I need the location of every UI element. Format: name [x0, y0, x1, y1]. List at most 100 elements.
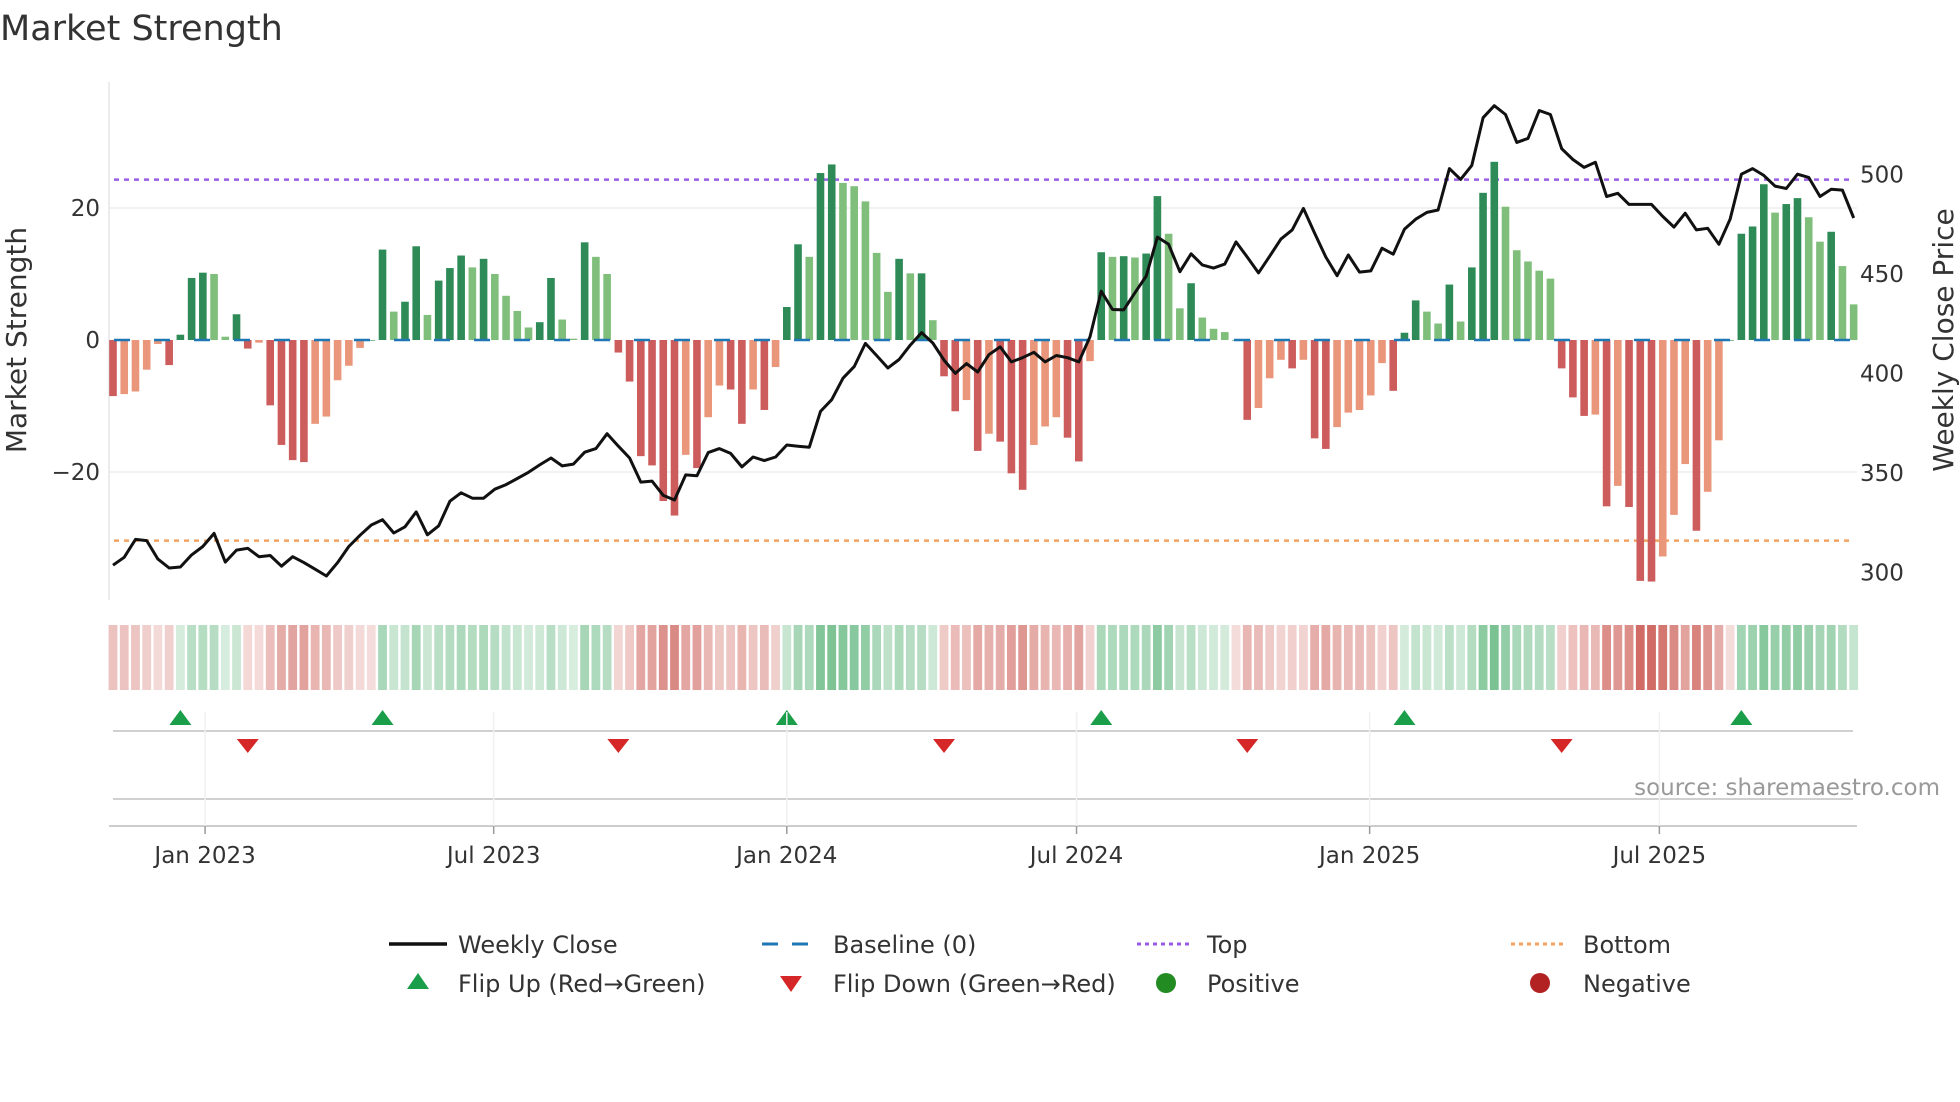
bar-negative — [726, 340, 735, 390]
bar-positive — [513, 310, 522, 340]
heat-cell — [456, 625, 466, 690]
bar-negative — [1265, 340, 1274, 379]
heat-cell — [142, 625, 152, 690]
heat-cell — [1433, 625, 1443, 690]
heat-cell — [1029, 625, 1039, 690]
heat-cell — [490, 625, 500, 690]
heat-cell — [692, 625, 702, 690]
heat-cell — [681, 625, 691, 690]
triangle-up-icon — [407, 973, 429, 989]
heat-cell — [1635, 625, 1645, 690]
heat-cell — [333, 625, 342, 690]
legend-item-bottom: Bottom — [1511, 931, 1671, 959]
legend-label: Flip Down (Green→Red) — [833, 970, 1116, 998]
bar-positive — [1479, 192, 1487, 340]
bar-positive — [199, 272, 207, 340]
bar-positive — [861, 201, 870, 340]
heat-cell — [198, 625, 208, 690]
heat-cell — [602, 625, 612, 690]
heat-cell — [1287, 625, 1297, 690]
bar-negative — [1647, 340, 1656, 582]
bar-negative — [951, 340, 960, 412]
x-tick-label: Jul 2025 — [1611, 843, 1707, 869]
y2-tick-label: 400 — [1860, 362, 1904, 388]
heat-cell — [1175, 625, 1185, 690]
bar-positive — [1748, 226, 1757, 340]
bar-negative — [715, 340, 724, 386]
heat-cell — [1748, 625, 1757, 690]
heat-cell — [625, 625, 634, 690]
heat-cell — [1703, 625, 1713, 690]
heat-cell — [1119, 625, 1129, 690]
x-axis: Jan 2023 Jul 2023 Jan 2024 Jul 2024 Jan 2025… — [109, 712, 1857, 869]
triangle-down-icon — [780, 976, 802, 992]
heat-cell — [1579, 625, 1589, 690]
left-y-ticks: 20 0 −20 — [51, 196, 100, 486]
heat-cell — [378, 625, 387, 690]
bar-positive — [187, 277, 196, 340]
heat-cell — [535, 625, 545, 690]
heat-cell — [658, 625, 668, 690]
bar-negative — [1602, 340, 1611, 507]
heat-cell — [816, 625, 825, 690]
bar-positive — [1782, 204, 1791, 340]
bar-positive — [457, 255, 465, 340]
bar-negative — [1715, 340, 1723, 441]
bar-positive — [783, 307, 791, 340]
heat-cell — [1501, 625, 1510, 690]
bar-negative — [1277, 340, 1285, 360]
heat-cell — [423, 625, 432, 690]
heat-cell — [670, 625, 679, 690]
bar-negative — [1378, 340, 1386, 364]
legend-item-flip-down: Flip Down (Green→Red) — [780, 970, 1116, 998]
heat-cell — [771, 625, 780, 690]
bar-positive — [603, 274, 611, 340]
legend-label: Weekly Close — [458, 931, 618, 959]
heat-cell — [1680, 625, 1690, 690]
flip-down-marker — [1236, 739, 1259, 753]
bar-positive — [1187, 283, 1195, 340]
bar-positive — [176, 334, 185, 340]
heat-cell — [1242, 625, 1252, 690]
bar-positive — [1108, 256, 1117, 340]
heat-cell — [804, 625, 814, 690]
y-tick-label: 20 — [71, 196, 100, 222]
y2-axis-label: Weekly Close Price — [1927, 208, 1960, 471]
bar-positive — [884, 291, 892, 340]
bar-positive — [895, 258, 903, 340]
heat-cell — [512, 625, 522, 690]
bar-positive — [839, 182, 847, 340]
heat-cell — [1736, 625, 1746, 690]
heat-cell — [861, 625, 870, 690]
heat-cell — [299, 625, 309, 690]
heat-cell — [1568, 625, 1578, 690]
legend-item-top: Top — [1137, 931, 1248, 959]
bar-negative — [1636, 340, 1645, 581]
bar-negative — [131, 340, 140, 392]
heat-cell — [1422, 625, 1432, 690]
heat-cell — [400, 625, 410, 690]
legend-label: Baseline (0) — [833, 931, 976, 959]
heat-cell — [1152, 625, 1162, 690]
bar-positive — [1827, 231, 1835, 340]
bar-negative — [625, 340, 634, 382]
bar-negative — [1625, 340, 1633, 507]
heat-cell — [1186, 625, 1196, 690]
heat-cell — [1377, 625, 1387, 690]
bar-positive — [210, 274, 218, 340]
bar-positive — [580, 242, 589, 340]
bar-negative — [1344, 340, 1353, 413]
heat-cell — [366, 625, 376, 690]
heat-cell — [1849, 625, 1859, 690]
heat-cell — [962, 625, 971, 690]
heat-cell — [1770, 625, 1780, 690]
bar-positive — [1535, 270, 1544, 340]
bar-positive — [1524, 261, 1532, 340]
heat-cell — [1838, 625, 1847, 690]
heat-cell — [546, 625, 556, 690]
bar-negative — [109, 340, 117, 397]
heat-cell — [288, 625, 298, 690]
heat-cell — [524, 625, 533, 690]
bar-negative — [659, 340, 668, 502]
heat-cell — [1254, 625, 1263, 690]
